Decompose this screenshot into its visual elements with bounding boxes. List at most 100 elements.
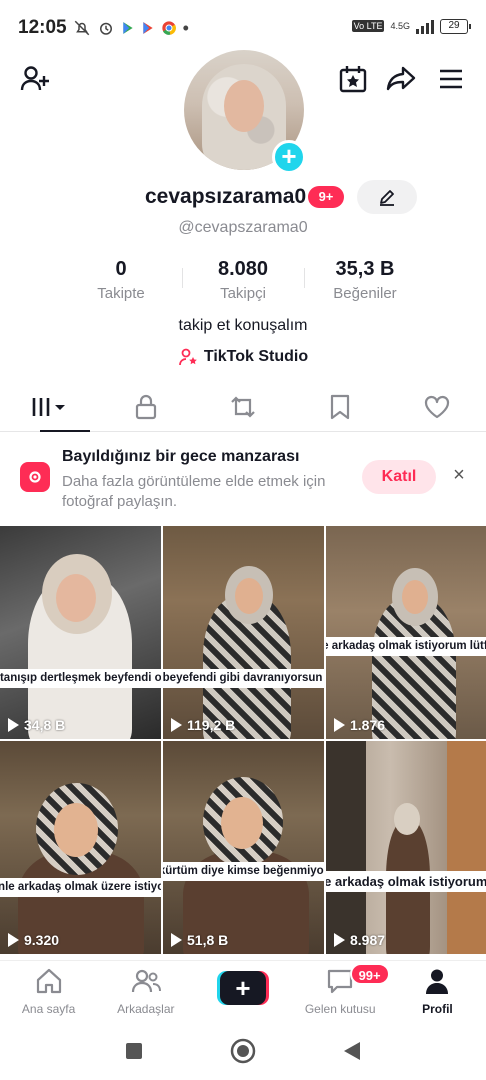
view-count: 34,8 B: [8, 717, 65, 733]
tab-favorites[interactable]: [292, 382, 389, 431]
stat-value: 35,3 B: [335, 258, 395, 280]
play-icon: [8, 718, 19, 732]
volte-badge: Vo LTE: [351, 20, 385, 32]
repost-icon: [231, 395, 255, 418]
stat-label: Takipte: [97, 285, 145, 302]
nav-friends[interactable]: Arkadaşlar: [97, 961, 194, 1022]
play-store-icon: [142, 22, 153, 34]
nav-profile[interactable]: Profil: [389, 961, 486, 1022]
nav-friends-label: Arkadaşlar: [117, 1002, 175, 1016]
stat-value: 8.080: [217, 258, 269, 280]
profile-bio[interactable]: takip et konuşalım: [0, 317, 486, 335]
nav-inbox-label: Gelen kutusu: [304, 1002, 376, 1016]
view-count-value: 1.876: [350, 717, 386, 733]
play-icon: [171, 718, 182, 732]
video-thumbnail[interactable]: seninle arkadaş olmak istiyorum lütfen 8…: [326, 741, 486, 954]
status-right: Vo LTE 4.5G 29: [351, 18, 471, 34]
video-caption: seninle arkadaş olmak üzere istiyorum: [0, 878, 161, 897]
video-grid: seninle tanışıp dertleşmek beyfendi olma…: [0, 526, 486, 958]
username-row: cevapsızarama0 9+: [0, 180, 486, 216]
status-bar: 12:05 • Vo LTE 4.5G 29: [0, 0, 486, 56]
status-time: 12:05: [18, 17, 67, 38]
view-count: 1.876: [334, 717, 385, 733]
stat-followers[interactable]: 8.080 Takipçi: [182, 258, 304, 308]
bottom-navigation: Ana sayfa Arkadaşlar + 99+ Gelen kutusu …: [0, 960, 486, 1022]
stat-likes[interactable]: 35,3 B Beğeniler: [304, 258, 426, 308]
view-count: 9.320: [8, 932, 59, 948]
profile-tabs: [0, 382, 486, 432]
battery-icon: 29: [440, 18, 471, 34]
view-count-value: 8.987: [350, 932, 386, 948]
video-thumbnail[interactable]: seninle arkadaş olmak üzere istiyorum 9.…: [0, 741, 161, 954]
play-icon: [334, 933, 345, 947]
chrome-icon: [161, 21, 176, 35]
video-thumbnail[interactable]: kürtüm diye kimse beğenmiyor 51,8 B: [163, 741, 324, 954]
banner-text: Daha fazla görüntüleme elde etmek için f…: [62, 473, 326, 510]
username: cevapsızarama0: [145, 185, 307, 208]
tab-private[interactable]: [97, 382, 194, 431]
video-caption: kürtüm diye kimse beğenmiyor: [163, 862, 324, 881]
grid-videos-icon: [32, 397, 65, 416]
join-button[interactable]: Katıl: [362, 460, 436, 494]
video-thumbnail[interactable]: seninle arkadaş olmak istiyorum lütfen ç…: [326, 526, 486, 739]
profile-stats: 0 Takipte 8.080 Takipçi 35,3 B Beğeniler: [60, 258, 426, 308]
menu-icon[interactable]: [434, 62, 468, 96]
back-icon[interactable]: [342, 1040, 362, 1062]
add-story-icon[interactable]: +: [272, 140, 306, 174]
studio-user-icon: [178, 348, 197, 366]
banner-title: Bayıldığınız bir gece manzarası: [62, 448, 300, 465]
video-caption: seninle tanışıp dertleşmek beyfendi olma…: [0, 669, 161, 688]
dot-icon: •: [182, 17, 189, 38]
create-button[interactable]: +: [217, 971, 269, 1005]
calendar-star-icon[interactable]: [336, 62, 370, 96]
inbox-badge: 99+: [349, 963, 390, 985]
view-count: 119,2 B: [171, 717, 235, 733]
nav-profile-label: Profil: [422, 1002, 453, 1016]
status-icons: •: [73, 18, 189, 39]
battery-level: 29: [448, 19, 460, 31]
view-count-value: 9.320: [24, 932, 60, 948]
stat-following[interactable]: 0 Takipte: [60, 258, 182, 308]
edit-profile-button[interactable]: [357, 180, 417, 214]
tab-reposts[interactable]: [194, 382, 291, 431]
tab-videos[interactable]: [0, 382, 97, 432]
alarm-icon: [99, 22, 112, 35]
video-caption: sen çok beyefendi gibi davranıyorsun yak…: [163, 669, 324, 688]
profile-icon: [426, 969, 449, 994]
photo-prompt-banner: Bayıldığınız bir gece manzarası Daha faz…: [0, 440, 486, 518]
add-friend-icon[interactable]: [18, 62, 52, 96]
stat-label: Beğeniler: [333, 285, 397, 302]
view-count: 51,8 B: [171, 932, 228, 948]
plus-icon: +: [220, 971, 266, 1005]
play-store-icon: [122, 22, 133, 34]
lock-icon: [135, 394, 156, 419]
pencil-icon: [380, 190, 394, 206]
nav-create[interactable]: +: [194, 961, 291, 1022]
close-icon[interactable]: ×: [448, 464, 470, 486]
tab-liked[interactable]: [389, 382, 486, 431]
profile-avatar[interactable]: +: [184, 50, 306, 174]
play-icon: [8, 933, 19, 947]
view-count-value: 34,8 B: [24, 717, 66, 733]
view-count-value: 51,8 B: [187, 932, 229, 948]
stat-label: Takipçi: [220, 285, 266, 302]
system-navigation: [0, 1022, 486, 1080]
play-icon: [171, 933, 182, 947]
network-type: 4.5G: [390, 21, 410, 31]
nav-home[interactable]: Ana sayfa: [0, 961, 97, 1022]
home-button-icon[interactable]: [230, 1038, 256, 1064]
studio-label: TikTok Studio: [203, 348, 309, 365]
nav-inbox[interactable]: 99+ Gelen kutusu: [292, 961, 390, 1022]
video-caption: seninle arkadaş olmak istiyorum lütfen ç…: [326, 637, 486, 656]
share-icon[interactable]: [384, 62, 418, 96]
recents-icon[interactable]: [124, 1041, 144, 1061]
view-count: 8.987: [334, 932, 385, 948]
bookmark-icon: [331, 394, 350, 419]
notification-badge[interactable]: 9+: [308, 186, 344, 208]
play-icon: [334, 718, 345, 732]
tiktok-studio-link[interactable]: TikTok Studio: [0, 347, 486, 367]
heart-icon: [425, 395, 450, 418]
video-thumbnail[interactable]: sen çok beyefendi gibi davranıyorsun yak…: [163, 526, 324, 739]
nav-home-label: Ana sayfa: [21, 1002, 76, 1016]
video-thumbnail[interactable]: seninle tanışıp dertleşmek beyfendi olma…: [0, 526, 161, 739]
